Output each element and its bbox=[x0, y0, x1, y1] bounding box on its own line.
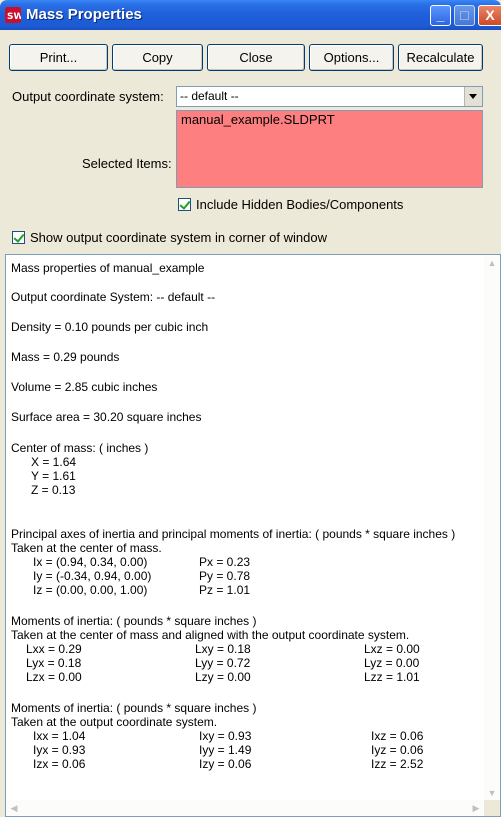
copy-button[interactable]: Copy bbox=[112, 44, 203, 71]
report-moi-out-sub: Taken at the output coordinate system. bbox=[11, 715, 218, 729]
selected-item[interactable]: manual_example.SLDPRT bbox=[181, 112, 335, 127]
resize-grip-icon[interactable] bbox=[484, 800, 500, 816]
output-coord-label: Output coordinate system: bbox=[12, 89, 164, 104]
report-izy: Izy = 0.06 bbox=[199, 757, 252, 771]
report-iyy: Iyy = 1.49 bbox=[199, 743, 252, 757]
report-principal-sub: Taken at the center of mass. bbox=[11, 541, 162, 555]
minimize-button[interactable]: _ bbox=[430, 5, 451, 26]
report-com-z: Z = 0.13 bbox=[31, 483, 76, 497]
report-lxy: Lxy = 0.18 bbox=[195, 642, 251, 656]
window-title: Mass Properties bbox=[26, 6, 142, 23]
report-mass: Mass = 0.29 pounds bbox=[11, 350, 120, 364]
report-lzz: Lzz = 1.01 bbox=[364, 670, 420, 684]
report-lyy: Lyy = 0.72 bbox=[195, 656, 251, 670]
output-coord-select[interactable]: -- default -- bbox=[176, 86, 483, 107]
report-lxz: Lxz = 0.00 bbox=[364, 642, 420, 656]
output-coord-value: -- default -- bbox=[180, 89, 239, 103]
dropdown-arrow-icon[interactable] bbox=[464, 87, 482, 106]
include-hidden-checkbox[interactable] bbox=[178, 198, 191, 211]
report-com-x: X = 1.64 bbox=[31, 455, 77, 469]
report-ixx: Ixx = 1.04 bbox=[33, 729, 86, 743]
report-lyx: Lyx = 0.18 bbox=[26, 656, 82, 670]
report-lzx: Lzx = 0.00 bbox=[26, 670, 82, 684]
report-volume: Volume = 2.85 cubic inches bbox=[11, 380, 158, 394]
svg-text:SW: SW bbox=[7, 12, 21, 22]
toolbar: Print... Copy Close Options... Recalcula… bbox=[9, 44, 497, 71]
report-title: Mass properties of manual_example bbox=[11, 261, 205, 275]
report-px: Px = 0.23 bbox=[199, 555, 251, 569]
report-iyz: Iyz = 0.06 bbox=[371, 743, 424, 757]
report-lzy: Lzy = 0.00 bbox=[195, 670, 251, 684]
options-button[interactable]: Options... bbox=[309, 44, 394, 71]
report-output-coord: Output coordinate System: -- default -- bbox=[11, 290, 216, 304]
selected-items-label: Selected Items: bbox=[82, 156, 172, 171]
selected-items-list[interactable]: manual_example.SLDPRT bbox=[176, 110, 483, 188]
report-surface-area: Surface area = 30.20 square inches bbox=[11, 410, 202, 424]
report-iz: Iz = (0.00, 0.00, 1.00) bbox=[33, 583, 148, 597]
close-button[interactable]: Close bbox=[207, 44, 305, 71]
report-izz: Izz = 2.52 bbox=[371, 757, 424, 771]
report-lxx: Lxx = 0.29 bbox=[26, 642, 82, 656]
report-moi-com-header: Moments of inertia: ( pounds * square in… bbox=[11, 614, 257, 628]
show-coord-checkbox[interactable] bbox=[12, 231, 25, 244]
report-iy: Iy = (-0.34, 0.94, 0.00) bbox=[33, 569, 152, 583]
report-ix: Ix = (0.94, 0.34, 0.00) bbox=[33, 555, 148, 569]
report-lyz: Lyz = 0.00 bbox=[364, 656, 420, 670]
report-ixz: Ixz = 0.06 bbox=[371, 729, 424, 743]
show-coord-label[interactable]: Show output coordinate system in corner … bbox=[30, 230, 327, 245]
close-window-button[interactable]: X bbox=[478, 5, 501, 26]
report-pz: Pz = 1.01 bbox=[199, 583, 251, 597]
report-text-area[interactable]: Mass properties of manual_example Output… bbox=[5, 254, 501, 817]
report-py: Py = 0.78 bbox=[199, 569, 251, 583]
report-com-header: Center of mass: ( inches ) bbox=[11, 441, 149, 455]
solidworks-icon: SW bbox=[5, 7, 21, 23]
report-izx: Izx = 0.06 bbox=[33, 757, 86, 771]
report-density: Density = 0.10 pounds per cubic inch bbox=[11, 320, 209, 334]
report-moi-com-sub: Taken at the center of mass and aligned … bbox=[11, 628, 410, 642]
report-ixy: Ixy = 0.93 bbox=[199, 729, 252, 743]
report-com-y: Y = 1.61 bbox=[31, 469, 76, 483]
vertical-scrollbar[interactable]: ▲ ▼ bbox=[484, 255, 500, 801]
print-button[interactable]: Print... bbox=[9, 44, 108, 71]
scroll-left-icon[interactable]: ◀ bbox=[6, 800, 22, 816]
recalculate-button[interactable]: Recalculate bbox=[398, 44, 483, 71]
scroll-up-icon[interactable]: ▲ bbox=[484, 255, 500, 271]
scroll-down-icon[interactable]: ▼ bbox=[484, 785, 500, 801]
maximize-button[interactable]: □ bbox=[454, 5, 475, 26]
report-iyx: Iyx = 0.93 bbox=[33, 743, 86, 757]
mass-properties-window: SW Mass Properties _ □ X Print... Copy C… bbox=[0, 0, 501, 817]
title-bar[interactable]: SW Mass Properties _ □ X bbox=[0, 0, 501, 30]
scroll-right-icon[interactable]: ▶ bbox=[468, 800, 484, 816]
include-hidden-label[interactable]: Include Hidden Bodies/Components bbox=[196, 197, 403, 212]
horizontal-scrollbar[interactable]: ◀ ▶ bbox=[6, 800, 484, 816]
report-principal-header: Principal axes of inertia and principal … bbox=[11, 527, 456, 541]
report-moi-out-header: Moments of inertia: ( pounds * square in… bbox=[11, 701, 257, 715]
